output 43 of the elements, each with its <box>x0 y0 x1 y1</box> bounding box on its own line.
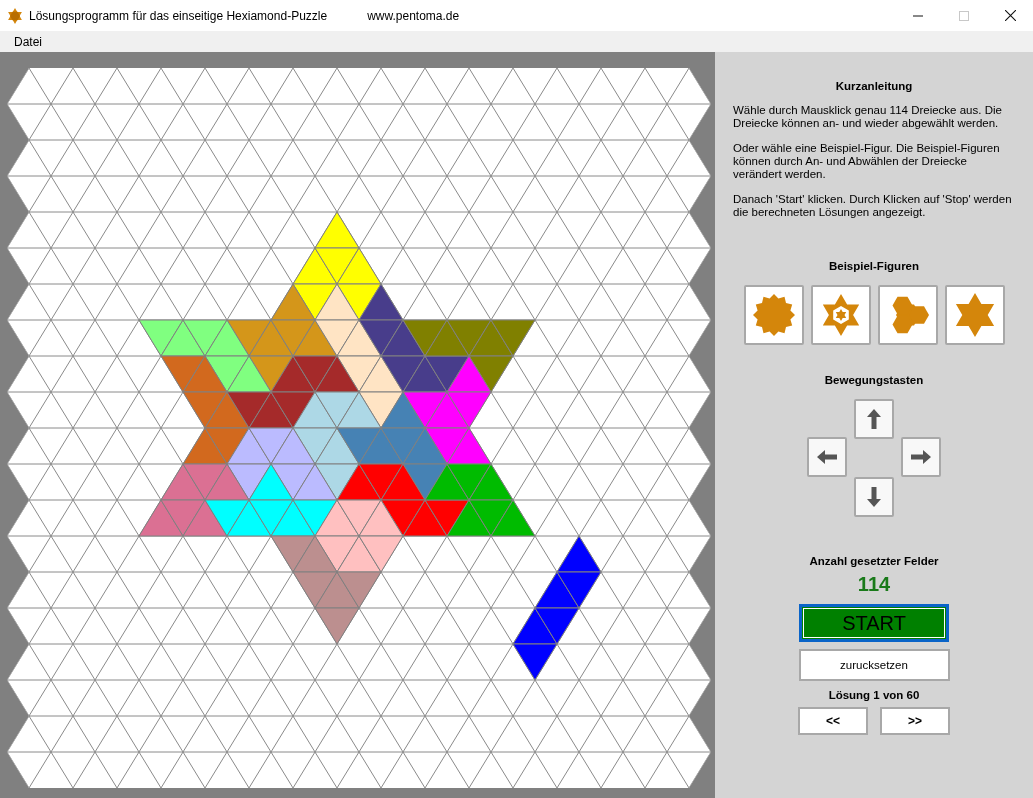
example-figure-button[interactable] <box>743 285 804 345</box>
puzzle-piece[interactable] <box>314 283 404 429</box>
start-button[interactable]: START <box>799 604 949 642</box>
down-arrow-button[interactable] <box>854 477 894 517</box>
puzzle-piece[interactable] <box>314 499 404 573</box>
website-url: www.pentoma.de <box>367 8 460 23</box>
puzzle-piece[interactable] <box>226 283 338 393</box>
solution-label: Lösung 1 von 60 <box>828 689 920 701</box>
maximize-icon <box>959 10 969 21</box>
navigation-button[interactable]: >> <box>880 707 950 735</box>
up-arrow-button[interactable] <box>854 399 894 439</box>
count-value: 114 <box>857 573 891 596</box>
close-icon <box>1004 10 1016 21</box>
puzzle-piece[interactable] <box>402 355 492 465</box>
right-arrow-button[interactable] <box>901 437 941 477</box>
section-heading: Bewegungstasten <box>824 374 924 386</box>
arrow-up-icon <box>864 407 884 431</box>
puzzle-piece[interactable] <box>402 319 536 393</box>
puzzle-piece[interactable] <box>358 283 470 393</box>
puzzle-piece[interactable] <box>138 463 250 537</box>
instruction-text: Wähle durch Mausklick genau 114 Dreiecke aus. Die Dreiecke können an- und wieder abgewählt werden. <box>733 104 1003 130</box>
arrow-down-icon <box>864 485 884 509</box>
example-figure-button[interactable] <box>944 285 1005 345</box>
instruction-text: Oder wähle eine Beispiel-Figur. Die Beispiel-Figuren können durch An- und Abwählen der Dreiecke verändert werden. <box>733 142 1001 181</box>
puzzle-piece[interactable] <box>138 319 272 393</box>
window-title: Lösungsprogramm für das einseitige Hexiamond-Puzzle <box>29 8 328 23</box>
puzzle-piece[interactable] <box>160 355 250 465</box>
count-label: Anzahl gesetzter Felder <box>809 555 939 567</box>
instruction-text: Danach 'Start' klicken. Durch Klicken auf 'Stop' werden die berechneten Lösungen angezeigt. <box>733 193 1013 219</box>
reset-button[interactable]: zurucksetzen <box>798 649 950 681</box>
puzzle-piece[interactable] <box>292 211 382 321</box>
puzzle-piece[interactable] <box>424 463 536 537</box>
puzzle-piece[interactable] <box>512 535 602 681</box>
puzzle-piece[interactable] <box>336 391 448 501</box>
puzzle-piece[interactable] <box>292 391 382 501</box>
section-heading: Beispiel-Figuren <box>828 260 920 272</box>
menu-item[interactable]: Datei <box>7 34 49 49</box>
navigation-button[interactable]: << <box>798 707 868 735</box>
example-figure-button[interactable] <box>877 285 938 345</box>
puzzle-piece[interactable] <box>226 355 360 429</box>
example-figure-button[interactable] <box>810 285 871 345</box>
left-arrow-button[interactable] <box>807 437 847 477</box>
section-heading: Kurzanleitung <box>835 80 913 92</box>
